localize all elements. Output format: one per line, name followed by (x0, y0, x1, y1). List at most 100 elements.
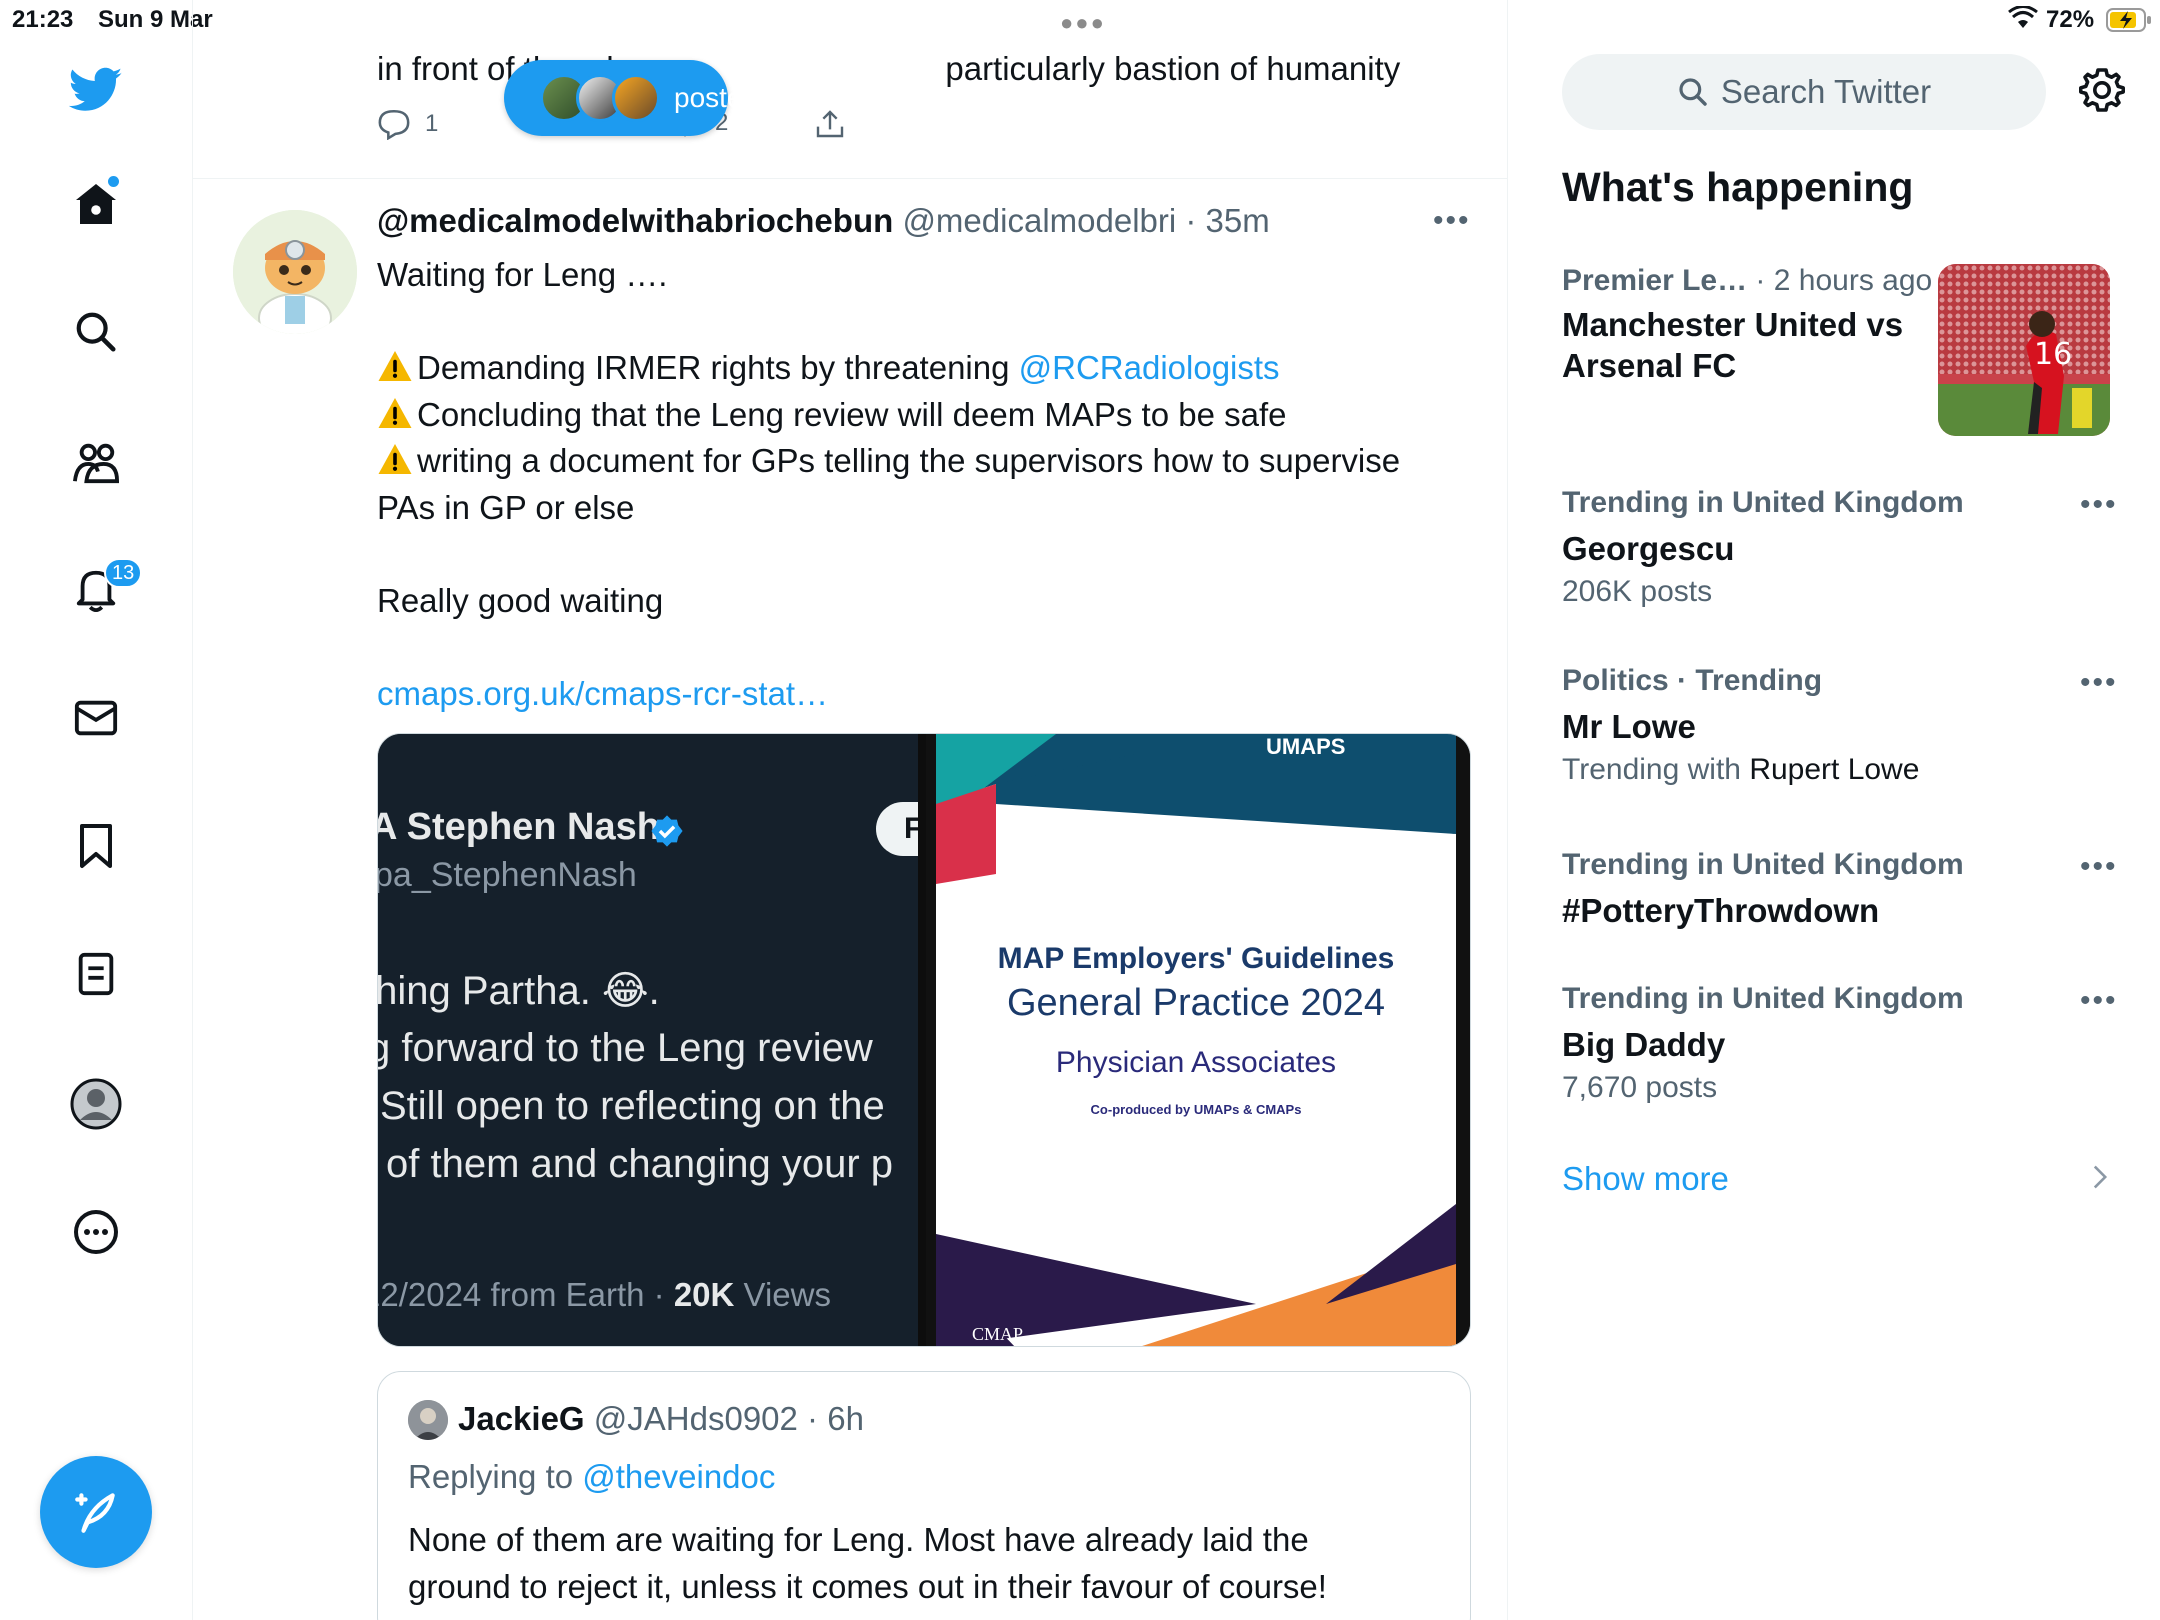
avatar[interactable] (408, 1400, 448, 1440)
trend-item[interactable]: Politics · Trending Mr Lowe Trending wit… (1562, 664, 2122, 787)
tweet-line: writing a document for GPs telling the s… (377, 438, 1457, 485)
umaps-logo: UMAPS (1266, 734, 1346, 759)
media-line: of them and changing your p (386, 1142, 894, 1186)
search-input[interactable]: Search Twitter (1562, 54, 2046, 130)
messages-icon[interactable] (64, 686, 128, 750)
media-footer-views-label: Views (734, 1276, 831, 1313)
divider (193, 178, 1507, 179)
warning-icon (378, 351, 412, 381)
trend-context: Trending in United Kingdom (1562, 848, 2122, 882)
quote-line: ground to reject it, unless it comes out… (408, 1568, 1327, 1605)
bullet-text: Concluding that the Leng review will dee… (417, 395, 1287, 433)
quote-display-name[interactable]: JackieG (458, 1400, 585, 1437)
trend-subtitle: 206K posts (1562, 575, 1713, 608)
trend-item[interactable]: Trending in United Kingdom Big Daddy 7,6… (1562, 982, 2122, 1105)
profile-icon[interactable] (64, 1072, 128, 1136)
trend-context: Politics · Trending (1562, 664, 2122, 698)
reply-icon (378, 109, 410, 140)
media-image-document[interactable]: UMAPS MAP Employers' Guidelines General … (926, 734, 1470, 1346)
trend-item[interactable]: Trending in United Kingdom Georgescu 206… (1562, 486, 2122, 609)
featured-image[interactable]: 16 (1938, 264, 2110, 436)
media-footer: 12/2024 from Earth · 20K Views (378, 1276, 831, 1314)
document-graphics (936, 734, 1456, 1346)
timeline: in front of them have aparticularly bast… (193, 0, 1508, 1620)
trend-more-icon[interactable]: ••• (2080, 984, 2118, 1018)
bullet-text: writing a document for GPs telling the s… (417, 442, 1401, 479)
prev-tweet-text-right: particularly bastion of humanity (945, 50, 1401, 87)
doc-subtitle: Physician Associates (1055, 1046, 1337, 1079)
quote-time: 6h (827, 1400, 864, 1437)
featured-context: Premier Le… (1562, 264, 1748, 297)
new-posts-pill[interactable]: posted (504, 60, 758, 136)
trend-subtitle-link[interactable]: Rupert Lowe (1749, 753, 1919, 786)
left-nav: 13 (0, 0, 193, 1620)
compose-button[interactable] (40, 1456, 152, 1568)
new-posts-label: posted (674, 82, 759, 113)
trend-subtitle: 7,670 posts (1562, 1071, 1718, 1104)
trend-subtitle-text: Trending with (1562, 753, 1750, 786)
bookmarks-icon[interactable] (64, 814, 128, 878)
tweet-more-icon[interactable]: ••• (1433, 204, 1471, 238)
trend-context-text: Trending in United Kingdom (1562, 982, 1964, 1015)
media-line: thing Partha. 😂. (378, 969, 660, 1013)
settings-gear-icon[interactable] (2078, 66, 2126, 114)
notifications-badge: 13 (104, 558, 143, 588)
trend-subtitle: Trending with Rupert Lowe (1562, 753, 2122, 787)
trend-item[interactable]: Trending in United Kingdom #PotteryThrow… (1562, 848, 2122, 931)
tweet-link[interactable]: cmaps.org.uk/cmaps-rcr-stat… (377, 671, 1457, 718)
svg-text:16: 16 (2034, 337, 2072, 372)
trend-more-icon[interactable]: ••• (2080, 488, 2118, 522)
search-icon[interactable] (64, 300, 128, 364)
media-image-screenshot[interactable]: A Stephen Nash pa_StephenNash F thing Pa… (378, 734, 918, 1346)
replying-to: Replying to @theveindoc (408, 1458, 775, 1496)
show-more-link[interactable]: Show more (1562, 1160, 1729, 1198)
doc-credit: Co-produced by UMAPs & CMAPs (1090, 1102, 1302, 1117)
cmap-logo: CMAP (972, 1324, 1024, 1344)
trend-more-icon[interactable]: ••• (2080, 850, 2118, 884)
media-line: g forward to the Leng review (378, 1026, 873, 1070)
verified-badge-icon (651, 815, 683, 847)
lists-icon[interactable] (64, 942, 128, 1006)
pill-avatars (540, 74, 660, 122)
avatar[interactable] (233, 210, 357, 334)
trend-title: Mr Lowe (1562, 708, 1696, 745)
tweet-media[interactable]: A Stephen Nash pa_StephenNash F thing Pa… (377, 733, 1471, 1347)
reply-button[interactable]: 1 (377, 108, 438, 140)
twitter-logo-icon[interactable] (64, 58, 128, 122)
more-icon[interactable] (64, 1200, 128, 1264)
media-name-text: Stephen Nash (406, 806, 660, 848)
doc-title-2: General Practice 2024 (1006, 982, 1386, 1024)
trend-context-text: Trending in United Kingdom (1562, 486, 1964, 519)
document-page: UMAPS MAP Employers' Guidelines General … (936, 734, 1456, 1346)
communities-icon[interactable] (64, 430, 128, 494)
warning-icon (378, 444, 412, 474)
quoted-tweet[interactable]: JackieG @JAHds0902 · 6h Replying to @the… (377, 1371, 1471, 1620)
tweet-header: @medicalmodelwithabriochebun @medicalmod… (377, 202, 1270, 240)
right-sidebar: Search Twitter What's happening Premier … (1508, 0, 2160, 1620)
dot-separator: · (1176, 202, 1206, 239)
replying-mention[interactable]: @theveindoc (582, 1458, 775, 1495)
reply-count: 1 (425, 110, 439, 137)
trend-more-icon[interactable]: ••• (2080, 666, 2118, 700)
quote-handle[interactable]: @JAHds0902 (594, 1400, 798, 1437)
media-footer-date: 12/2024 from Earth · (378, 1276, 674, 1313)
tweet-line: Demanding IRMER rights by threatening @R… (377, 345, 1457, 392)
tweet-handle[interactable]: @medicalmodelbri (902, 202, 1176, 239)
mention-link[interactable]: @RCRadiologists (1019, 349, 1280, 386)
tweet-display-name[interactable]: @medicalmodelwithabriochebun (377, 202, 893, 239)
follow-button-fragment: F (876, 802, 918, 856)
compose-icon (75, 1493, 115, 1533)
trend-title: Georgescu (1562, 530, 1735, 567)
tweet-line: Really good waiting (377, 581, 664, 619)
trend-context: Trending in United Kingdom (1562, 486, 2122, 520)
share-button[interactable] (815, 108, 845, 140)
trend-context-text: Trending in United Kingdom (1562, 848, 1964, 881)
media-line: Still open to reflecting on the (380, 1084, 885, 1128)
media-handle: pa_StephenNash (378, 856, 637, 894)
tweet-line: PAs in GP or else (377, 488, 635, 526)
whats-happening-heading: What's happening (1562, 164, 1914, 210)
tweet-time[interactable]: 35m (1206, 202, 1270, 239)
quote-line: None of them are waiting for Leng. Most … (408, 1521, 1309, 1558)
